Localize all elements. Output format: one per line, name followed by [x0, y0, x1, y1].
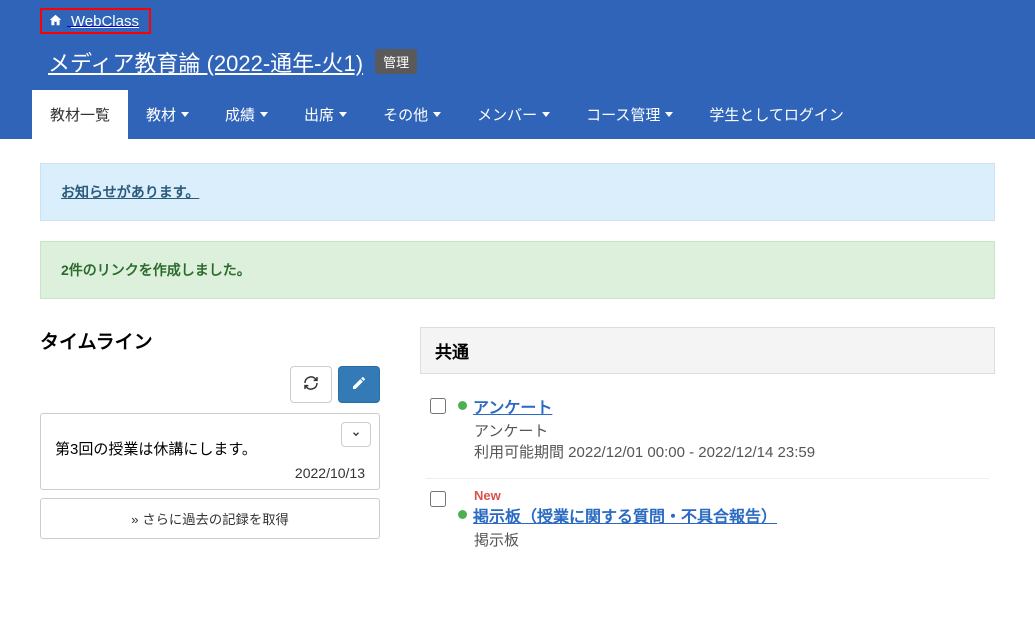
caret-down-icon [260, 112, 268, 117]
load-history-button[interactable]: » さらに過去の記録を取得 [40, 498, 380, 539]
timeline-column: タイムライン 第3回の授 [40, 327, 380, 539]
content-link-board[interactable]: 掲示板（授業に関する質問・不具合報告） [473, 503, 777, 527]
main-content: お知らせがあります。 2件のリンクを作成しました。 タイムライン [0, 139, 1035, 602]
topbar: WebClass メディア教育論 (2022-通年-火1) 管理 教材一覧 教材… [0, 0, 1035, 139]
webclass-home-link[interactable]: WebClass [40, 8, 151, 34]
nav-tabs: 教材一覧 教材 成績 出席 その他 メンバー コース管理 学生としてログイン [0, 90, 1035, 139]
tab-grades-label: 成績 [225, 104, 255, 125]
timeline-item-date: 2022/10/13 [55, 465, 365, 481]
refresh-icon [303, 375, 319, 394]
tab-materials[interactable]: 教材 [128, 90, 207, 139]
content-link-survey[interactable]: アンケート [473, 394, 552, 418]
course-title-link[interactable]: メディア教育論 (2022-通年-火1) [48, 46, 363, 78]
content-period-label: 利用可能期間 2022/12/01 00:00 - 2022/12/14 23:… [474, 441, 985, 462]
content-type-label: 掲示板 [474, 529, 985, 550]
caret-down-icon [339, 112, 347, 117]
info-alert[interactable]: お知らせがあります。 [40, 163, 995, 221]
webclass-home-label: WebClass [71, 13, 139, 30]
caret-down-icon [665, 112, 673, 117]
status-dot-icon [458, 401, 467, 410]
status-dot-icon [458, 510, 467, 519]
timeline-card: 第3回の授業は休講にします。 2022/10/13 [40, 413, 380, 490]
tab-other-label: その他 [383, 104, 428, 125]
caret-down-icon [433, 112, 441, 117]
content-checkbox[interactable] [430, 491, 446, 507]
tab-members[interactable]: メンバー [459, 90, 568, 139]
success-alert: 2件のリンクを作成しました。 [40, 241, 995, 299]
new-badge: New [474, 488, 501, 503]
refresh-button[interactable] [290, 366, 332, 403]
tab-course-admin[interactable]: コース管理 [568, 90, 691, 139]
tab-attendance[interactable]: 出席 [286, 90, 365, 139]
caret-down-icon [181, 112, 189, 117]
tab-materials-label: 教材 [146, 104, 176, 125]
chevron-down-icon [350, 427, 362, 442]
home-icon [48, 13, 63, 30]
content-type-label: アンケート [474, 420, 985, 441]
tab-materials-list[interactable]: 教材一覧 [32, 90, 128, 139]
caret-down-icon [542, 112, 550, 117]
tab-course-admin-label: コース管理 [586, 104, 660, 125]
content-list: アンケート アンケート 利用可能期間 2022/12/01 00:00 - 20… [420, 374, 995, 578]
timeline-item-text: 第3回の授業は休講にします。 [55, 438, 365, 459]
tab-members-label: メンバー [477, 104, 537, 125]
tab-attendance-label: 出席 [304, 104, 334, 125]
timeline-heading: タイムライン [40, 327, 380, 354]
pencil-icon [351, 375, 367, 394]
timeline-options-button[interactable] [341, 422, 371, 447]
tab-login-as-student[interactable]: 学生としてログイン [691, 90, 862, 139]
edit-button[interactable] [338, 366, 380, 403]
panel-heading-common: 共通 [420, 327, 995, 374]
materials-column: 共通 アンケート アンケート 利用可能期間 2022/12/01 00:00 -… [420, 327, 995, 578]
content-item: New 掲示板（授業に関する質問・不具合報告） 掲示板 [426, 479, 989, 566]
content-item: アンケート アンケート 利用可能期間 2022/12/01 00:00 - 20… [426, 386, 989, 479]
tab-grades[interactable]: 成績 [207, 90, 286, 139]
admin-badge: 管理 [375, 49, 417, 74]
content-checkbox[interactable] [430, 398, 446, 414]
tab-other[interactable]: その他 [365, 90, 459, 139]
